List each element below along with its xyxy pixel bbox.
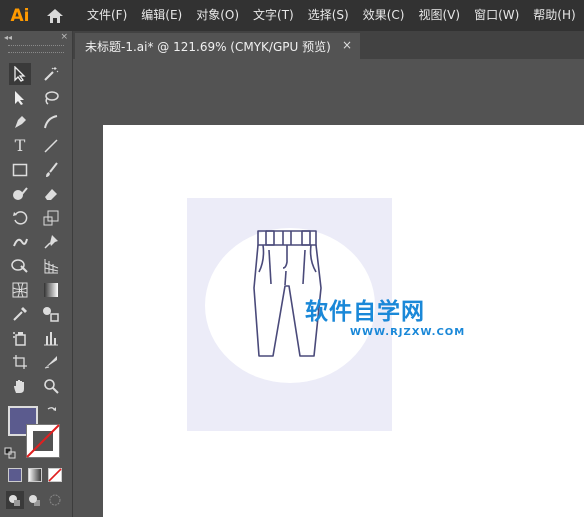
shape-builder-icon[interactable] [9,255,31,277]
rectangle-icon[interactable] [9,159,31,181]
document-tab-title: 未标题-1.ai* @ 121.69% (CMYK/GPU 预览) [85,39,331,54]
canvas-area[interactable]: 软件自学网 WWW.RJZXW.COM [73,59,584,517]
puppet-warp-icon[interactable] [40,231,62,253]
menu-edit[interactable]: 编辑(E) [134,0,189,31]
tools-panel-header: ◂◂ × [0,31,72,43]
lasso-icon[interactable] [40,87,62,109]
eraser-icon[interactable] [40,183,62,205]
draw-normal-icon[interactable] [6,491,24,509]
menu-window[interactable]: 窗口(W) [467,0,526,31]
document-tab[interactable]: 未标题-1.ai* @ 121.69% (CMYK/GPU 预览) × [75,33,360,59]
curvature-icon[interactable] [40,111,62,133]
shaper-icon[interactable] [9,183,31,205]
paintbrush-icon[interactable] [40,159,62,181]
perspective-icon[interactable] [40,255,62,277]
menu-file[interactable]: 文件(F) [80,0,134,31]
swap-icon[interactable] [44,404,60,418]
mesh-icon[interactable] [9,279,31,301]
default-colors-icon[interactable] [3,446,17,460]
column-graph-icon[interactable] [40,327,62,349]
watermark-url: WWW.RJZXW.COM [350,327,466,338]
gradient-mode-icon[interactable] [26,466,44,484]
eyedropper-icon[interactable] [9,303,31,325]
draw-behind-icon[interactable] [26,491,44,509]
tools-panel: ◂◂ × T [0,31,73,517]
selection-tool-icon[interactable] [9,63,31,85]
app-logo: Ai [10,5,30,26]
gradient-icon[interactable] [40,279,62,301]
scale-icon[interactable] [40,207,62,229]
line-icon[interactable] [40,135,62,157]
draw-inside-icon[interactable] [46,491,64,509]
menu-object[interactable]: 对象(O) [189,0,246,31]
color-mode-icon[interactable] [6,466,24,484]
menu-effect[interactable]: 效果(C) [356,0,412,31]
close-panel-icon[interactable]: × [60,32,68,42]
magic-wand-icon[interactable] [40,63,62,85]
rotate-icon[interactable] [9,207,31,229]
warp-icon[interactable] [9,231,31,253]
menu-select[interactable]: 选择(S) [301,0,356,31]
zoom-icon[interactable] [40,375,62,397]
menu-view[interactable]: 视图(V) [411,0,467,31]
stroke-swatch[interactable] [26,424,60,458]
panel-grip[interactable] [8,45,64,53]
blend-icon[interactable] [40,303,62,325]
pen-icon[interactable] [9,111,31,133]
artboard-icon[interactable] [9,351,31,373]
symbol-sprayer-icon[interactable] [9,327,31,349]
collapse-panel-icon[interactable]: ◂◂ [4,33,12,42]
close-tab-icon[interactable]: × [342,38,352,52]
watermark-title: 软件自学网 [305,299,425,325]
menu-bar: Ai 文件(F) 编辑(E) 对象(O) 文字(T) 选择(S) 效果(C) 视… [0,0,584,31]
home-icon[interactable] [40,0,70,31]
direct-selection-icon[interactable] [9,87,31,109]
document-tab-bar: 未标题-1.ai* @ 121.69% (CMYK/GPU 预览) × [73,31,584,59]
hand-icon[interactable] [9,375,31,397]
type-icon[interactable]: T [9,135,31,157]
none-mode-icon[interactable] [46,466,64,484]
menu-help[interactable]: 帮助(H) [526,0,582,31]
slice-icon[interactable] [40,351,62,373]
menu-type[interactable]: 文字(T) [246,0,301,31]
